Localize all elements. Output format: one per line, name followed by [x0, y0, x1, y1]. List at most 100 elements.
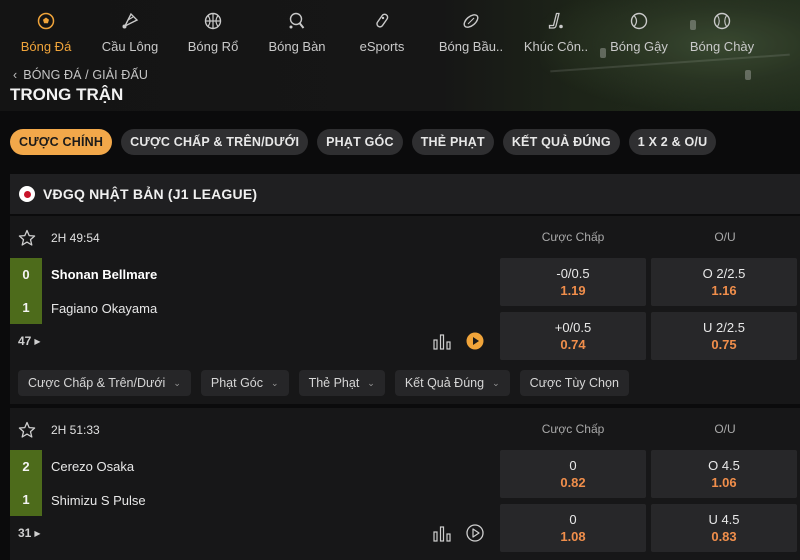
odds-under[interactable]: U 2/2.5 0.75	[651, 312, 797, 360]
odds-price: 1.19	[560, 282, 586, 298]
more-markets-link[interactable]: 47 ▶	[18, 334, 41, 348]
chevron-down-icon: ⌄	[271, 377, 279, 388]
handicap-line: +0/0.5	[554, 319, 592, 335]
filter-correct-score[interactable]: KẾT QUẢ ĐÚNG	[502, 129, 620, 155]
sport-tab-esports[interactable]: eSports	[336, 6, 428, 60]
page-title: TRONG TRẬN	[10, 85, 124, 104]
ou-line: O 4.5	[708, 457, 740, 473]
odds-handicap-home[interactable]: 0 0.82	[500, 450, 646, 498]
odds-price: 1.08	[560, 528, 586, 544]
subtab-corners[interactable]: Phạt Góc ⌄	[200, 370, 289, 396]
filter-corners[interactable]: PHẠT GÓC	[317, 129, 403, 155]
hockey-stick-icon	[547, 12, 565, 30]
column-header-handicap: Cược Chấp	[541, 230, 605, 244]
match-time: 2H 49:54	[51, 231, 100, 245]
market-filters: CƯỢC CHÍNH CƯỢC CHẤP & TRÊN/DƯỚI PHẠT GÓ…	[10, 129, 717, 155]
subtab-custom-bets[interactable]: Cược Tùy Chọn	[519, 370, 629, 396]
more-markets-count: 31	[18, 526, 32, 540]
favorite-star-icon[interactable]	[18, 229, 36, 247]
odds-price: 0.75	[711, 336, 737, 352]
odds-price: 0.82	[560, 474, 586, 490]
sport-tab-baseball[interactable]: Bóng Chày	[680, 6, 764, 60]
live-stream-play-icon[interactable]	[466, 524, 484, 542]
handicap-line: 0	[569, 457, 577, 473]
subtab-label: Phạt Góc	[210, 376, 264, 390]
odds-handicap-home[interactable]: -0/0.5 1.19	[500, 258, 646, 306]
japan-flag-icon	[19, 186, 35, 202]
sport-label: Bóng Bàn	[268, 39, 326, 54]
favorite-star-icon[interactable]	[18, 421, 36, 439]
home-team: Cerezo Osaka	[51, 459, 135, 474]
subtab-correct-score[interactable]: Kết Quả Đúng ⌄	[394, 370, 510, 396]
more-markets-link[interactable]: 31 ▶	[18, 526, 41, 540]
subtab-label: Cược Chấp & Trên/Dưới	[28, 376, 166, 390]
match-card: 2H 49:54 Cược Chấp O/U 0 Shonan Bellmare…	[10, 216, 800, 404]
away-score: 1	[10, 291, 42, 324]
stats-chart-icon[interactable]	[433, 334, 451, 350]
sport-label: Bóng Gậy	[610, 39, 668, 54]
column-header-over-under: O/U	[714, 422, 736, 436]
soccer-ball-icon	[37, 12, 55, 30]
away-team: Fagiano Okayama	[51, 301, 158, 316]
sport-label: Bóng Bầu..	[438, 39, 504, 54]
chevron-down-icon: ⌄	[367, 377, 375, 388]
match-time: 2H 51:33	[51, 423, 100, 437]
subtab-handicap-over-under[interactable]: Cược Chấp & Trên/Dưới ⌄	[18, 370, 191, 396]
basketball-icon	[204, 12, 222, 30]
subtab-label: Cược Tùy Chọn	[529, 376, 619, 390]
caret-right-icon: ▶	[34, 529, 41, 538]
sport-label: Cầu Lông	[101, 39, 159, 54]
chevron-down-icon: ⌄	[173, 377, 181, 388]
esports-icon	[373, 12, 391, 30]
cricket-ball-icon	[630, 12, 648, 30]
away-team: Shimizu S Pulse	[51, 493, 146, 508]
chevron-left-icon: ‹	[13, 68, 18, 82]
market-subtabs: Cược Chấp & Trên/Dưới ⌄ Phạt Góc ⌄ Thẻ Phạ…	[18, 370, 629, 396]
sport-tab-american-football[interactable]: Bóng Bầu..	[428, 6, 514, 60]
ou-line: O 2/2.5	[702, 265, 746, 281]
odds-under[interactable]: U 4.5 0.83	[651, 504, 797, 552]
filter-1x2-ou[interactable]: 1 X 2 & O/U	[628, 129, 717, 155]
home-team: Shonan Bellmare	[51, 267, 158, 282]
odds-handicap-away[interactable]: +0/0.5 0.74	[500, 312, 646, 360]
sport-tab-basketball[interactable]: Bóng Rổ	[168, 6, 258, 60]
subtab-label: Thẻ Phạt	[308, 376, 360, 390]
subtab-cards[interactable]: Thẻ Phạt ⌄	[298, 370, 385, 396]
ou-line: U 4.5	[708, 511, 740, 527]
sport-tab-badminton[interactable]: Cầu Lông	[92, 6, 168, 60]
baseball-icon	[713, 12, 731, 30]
odds-over[interactable]: O 4.5 1.06	[651, 450, 797, 498]
header: Bóng Đá Cầu Lông Bóng Rổ Bóng Bàn eSport…	[0, 0, 800, 111]
stats-chart-icon[interactable]	[433, 526, 451, 542]
sport-tab-cricket[interactable]: Bóng Gậy	[598, 6, 680, 60]
live-stream-play-icon[interactable]	[466, 332, 484, 350]
ou-line: U 2/2.5	[703, 319, 745, 335]
more-markets-count: 47	[18, 334, 32, 348]
away-score: 1	[10, 483, 42, 516]
league-header[interactable]: VĐGQ NHẬT BẢN (J1 LEAGUE)	[10, 174, 800, 214]
breadcrumb[interactable]: ‹ BÓNG ĐÁ / GIẢI ĐẤU	[13, 68, 148, 82]
filter-cards[interactable]: THẺ PHẠT	[411, 129, 494, 155]
chevron-down-icon: ⌄	[492, 377, 500, 388]
filter-handicap-over-under[interactable]: CƯỢC CHẤP & TRÊN/DƯỚI	[121, 129, 309, 155]
sport-label: eSports	[359, 39, 405, 54]
match-card: 2H 51:33 Cược Chấp O/U 2 Cerezo Osaka 1 …	[10, 408, 800, 560]
home-score: 2	[10, 450, 42, 483]
handicap-line: 0	[569, 511, 577, 527]
odds-price: 1.16	[711, 282, 737, 298]
sport-label: Bóng Rổ	[187, 39, 239, 54]
sport-tab-soccer[interactable]: Bóng Đá	[0, 6, 92, 60]
subtab-label: Kết Quả Đúng	[404, 376, 485, 390]
breadcrumb-text: BÓNG ĐÁ / GIẢI ĐẤU	[23, 68, 149, 82]
odds-handicap-away[interactable]: 0 1.08	[500, 504, 646, 552]
odds-over[interactable]: O 2/2.5 1.16	[651, 258, 797, 306]
sport-tab-table-tennis[interactable]: Bóng Bàn	[258, 6, 336, 60]
shuttlecock-icon	[121, 12, 139, 30]
table-tennis-icon	[288, 12, 306, 30]
sport-label: Khúc Côn..	[523, 39, 589, 54]
sport-tab-hockey[interactable]: Khúc Côn..	[514, 6, 598, 60]
filter-main-bets[interactable]: CƯỢC CHÍNH	[10, 129, 113, 155]
home-score: 0	[10, 258, 42, 291]
odds-price: 1.06	[711, 474, 737, 490]
caret-right-icon: ▶	[34, 337, 41, 346]
